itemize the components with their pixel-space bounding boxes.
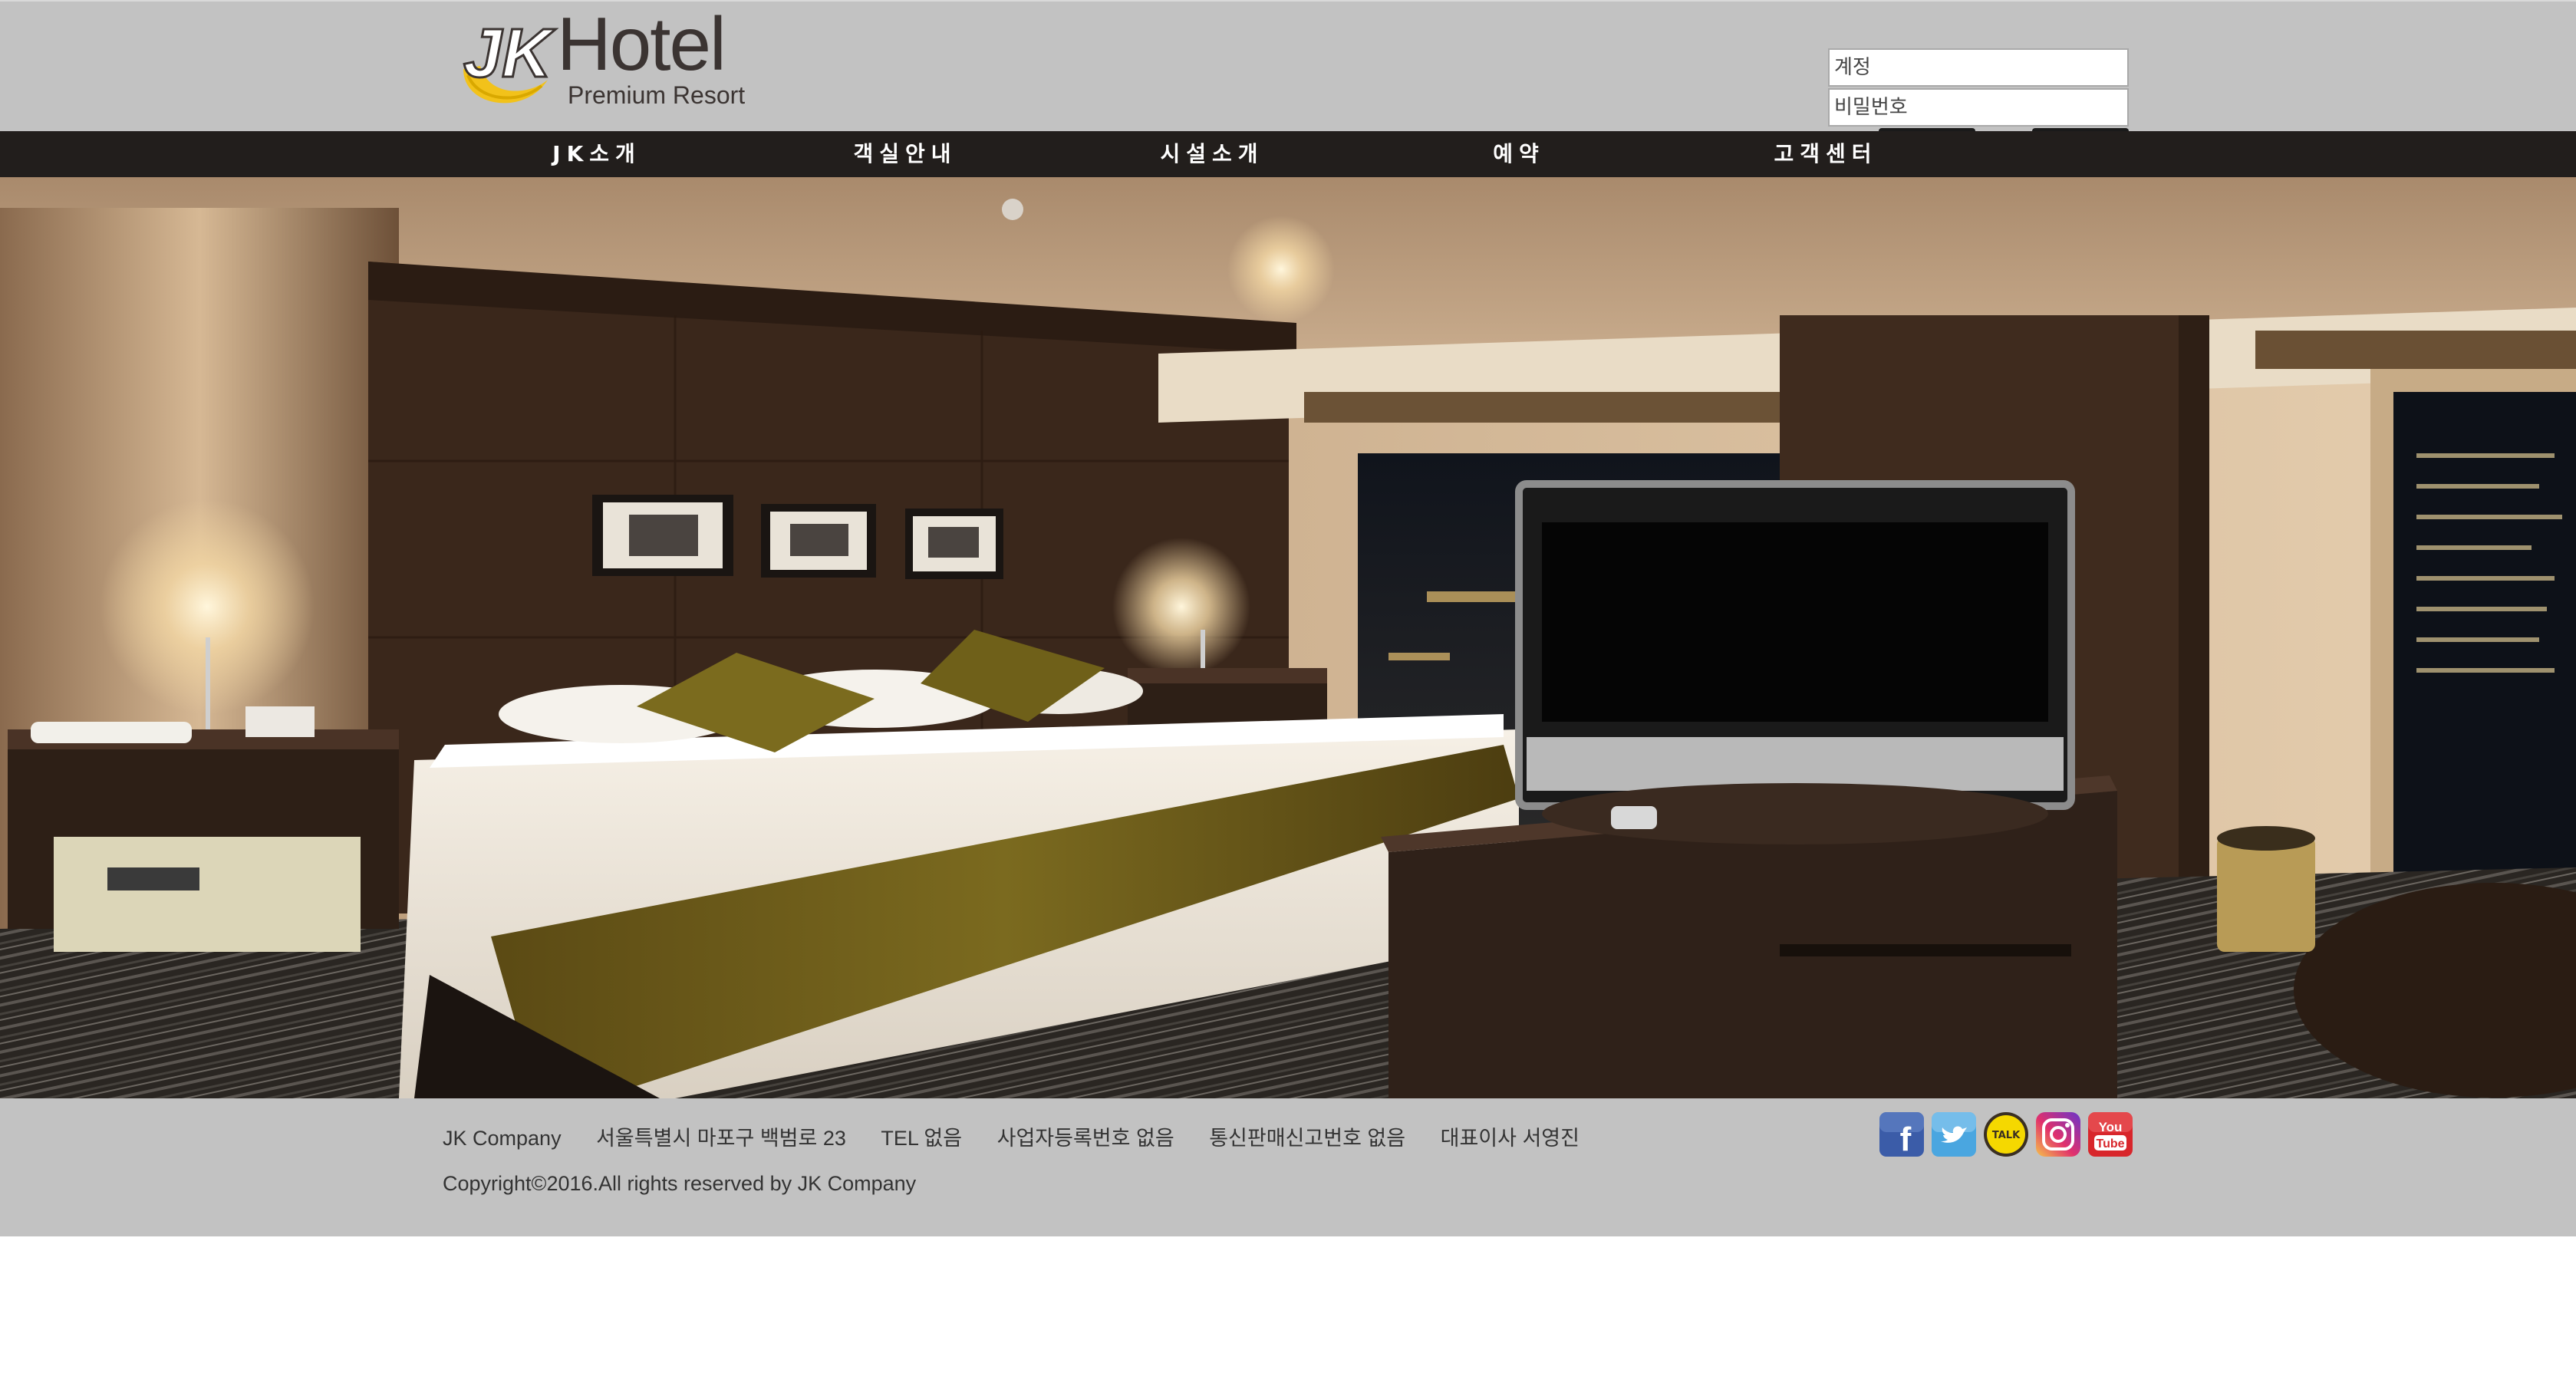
- account-input[interactable]: [1828, 48, 2129, 87]
- facebook-icon[interactable]: f: [1879, 1112, 1924, 1157]
- main-nav: JK소개 객실안내 시설소개 예약 고객센터: [0, 131, 2576, 177]
- svg-text:You: You: [2099, 1120, 2123, 1134]
- password-input[interactable]: [1828, 88, 2129, 127]
- company-info: JK Company 서울특별시 마포구 백범로 23 TEL 없음 사업자등록…: [443, 1121, 1609, 1151]
- jk-moon-logo-icon: JK: [463, 15, 558, 104]
- svg-text:TALK: TALK: [1992, 1130, 2021, 1141]
- nav-item-jk-intro[interactable]: JK소개: [552, 131, 641, 177]
- logo-mark-text: JK: [463, 15, 556, 92]
- nav-item-facilities[interactable]: 시설소개: [1160, 131, 1263, 177]
- twitter-icon[interactable]: [1932, 1112, 1976, 1157]
- logo-subtitle: Premium Resort: [568, 81, 746, 109]
- hotel-room-photo: [0, 177, 2576, 1098]
- login-form: [1828, 48, 2129, 133]
- logo-title: Hotel: [557, 2, 726, 86]
- kakaotalk-icon[interactable]: TALK: [1984, 1112, 2028, 1157]
- company-address: 서울특별시 마포구 백범로 23: [596, 1127, 846, 1150]
- business-registration: 사업자등록번호 없음: [996, 1127, 1174, 1150]
- ceo-name: 대표이사 서영진: [1440, 1127, 1580, 1150]
- hotel-logo[interactable]: JK Hotel Premium Resort: [450, 2, 756, 113]
- hero-image: [0, 177, 2576, 1098]
- site-footer: JK Company 서울특별시 마포구 백범로 23 TEL 없음 사업자등록…: [0, 1098, 2576, 1236]
- youtube-icon[interactable]: You Tube: [2088, 1112, 2133, 1157]
- site-header: JK Hotel Premium Resort: [0, 0, 2576, 133]
- nav-item-reservation[interactable]: 예약: [1493, 131, 1545, 177]
- company-tel: TEL 없음: [881, 1127, 963, 1150]
- nav-item-customer-center[interactable]: 고객센터: [1774, 131, 1877, 177]
- svg-text:Tube: Tube: [2096, 1137, 2124, 1151]
- instagram-icon[interactable]: [2036, 1112, 2080, 1157]
- company-name: JK Company: [443, 1127, 562, 1150]
- nav-item-rooms[interactable]: 객실안내: [853, 131, 957, 177]
- svg-text:f: f: [1900, 1121, 1912, 1157]
- copyright: Copyright©2016.All rights reserved by JK…: [443, 1172, 917, 1195]
- mail-order-registration: 통신판매신고번호 없음: [1209, 1127, 1406, 1150]
